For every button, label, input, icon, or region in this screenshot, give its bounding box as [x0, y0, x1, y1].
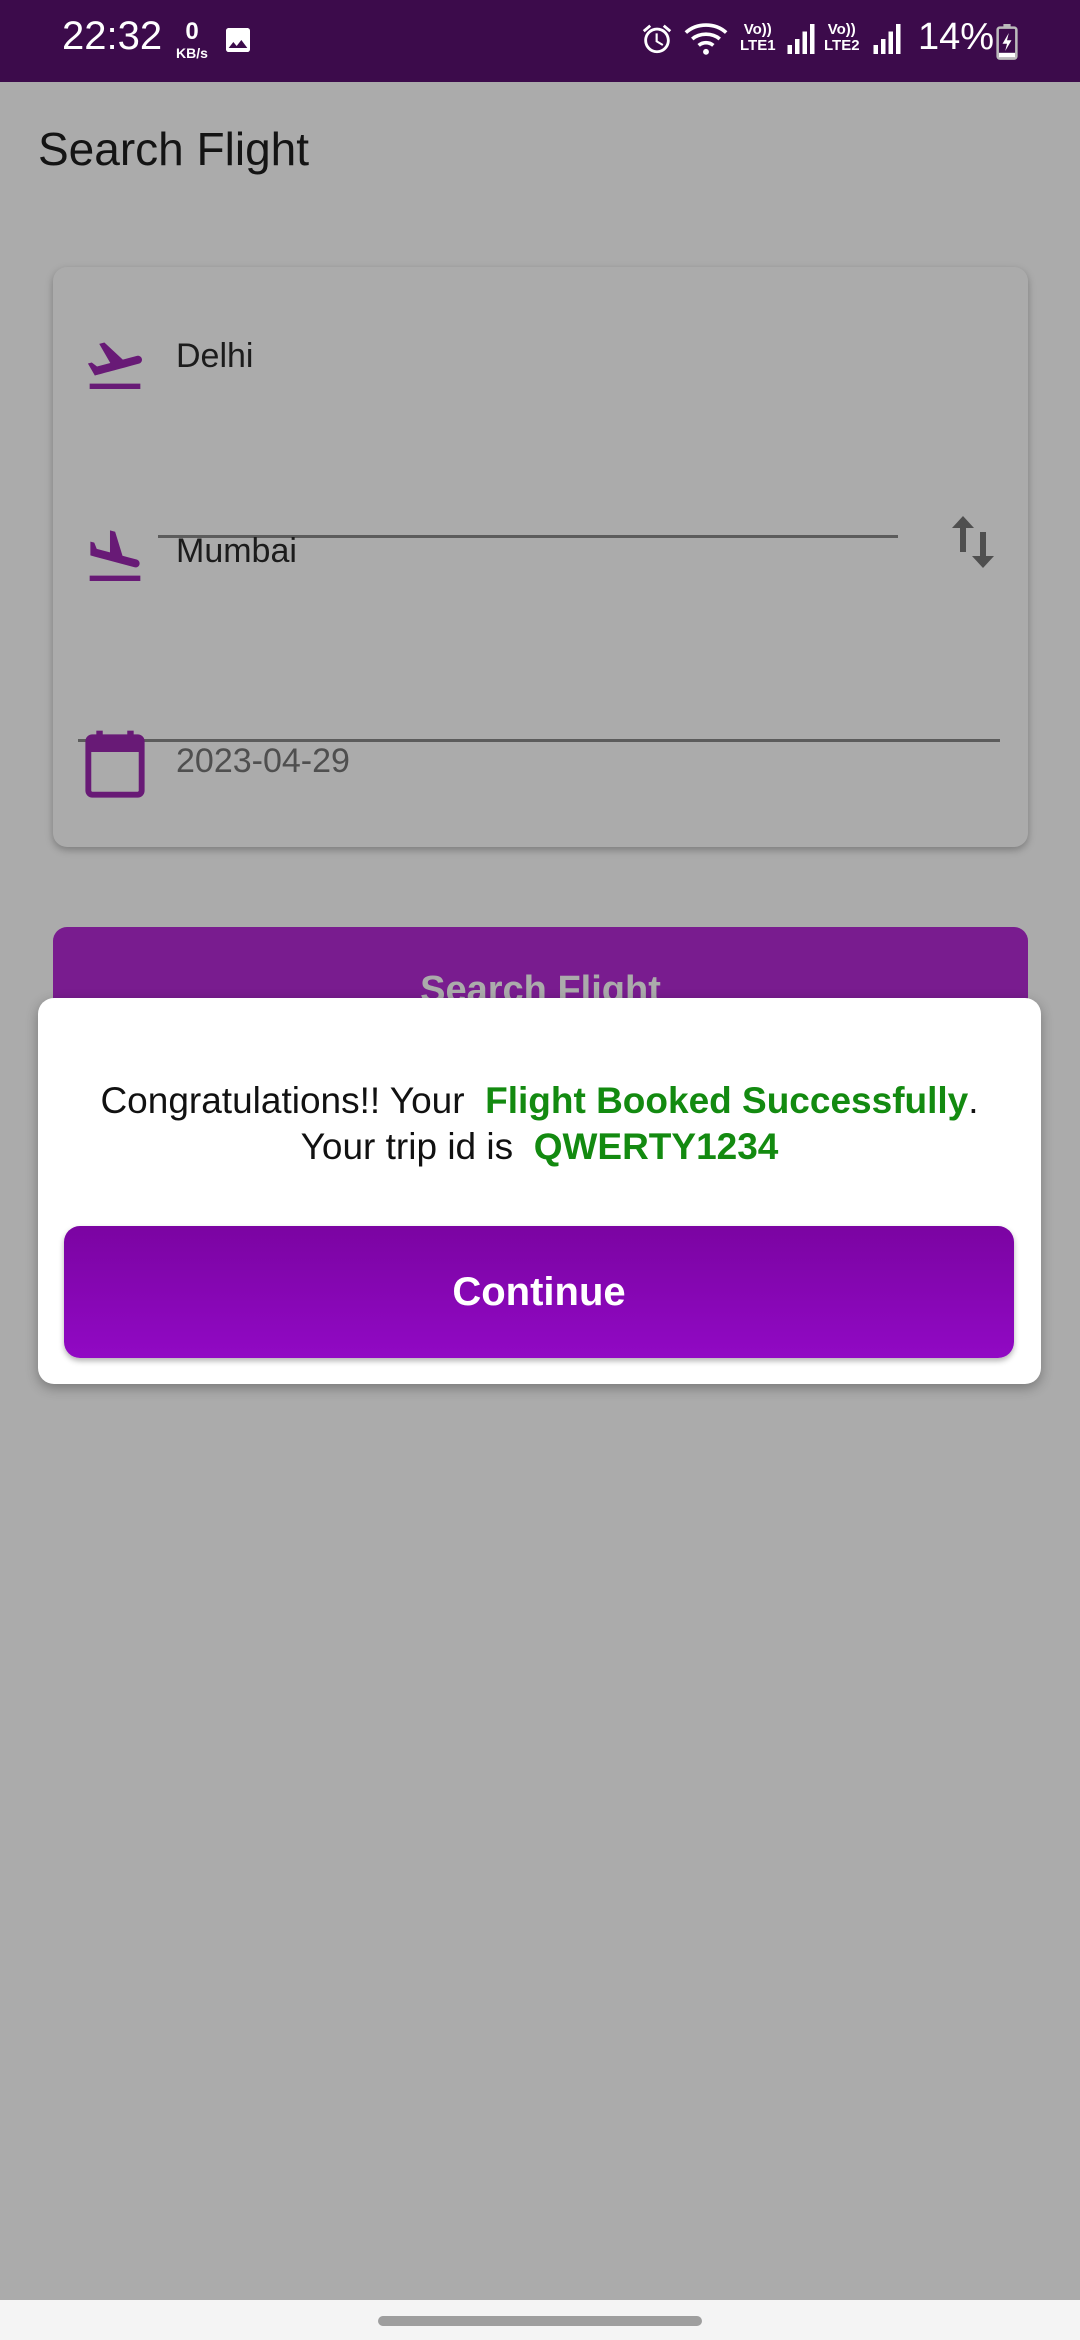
- status-bar: 22:32 0 KB/s Vo)) LTE1 Vo)) LTE2 14%: [0, 0, 1080, 82]
- dialog-message: Congratulations!! Your Flight Booked Suc…: [38, 1078, 1041, 1170]
- status-time: 22:32: [62, 14, 163, 58]
- network-speed-unit: KB/s: [176, 45, 208, 61]
- signal-icon: [786, 22, 816, 61]
- signal-icon: [872, 22, 902, 61]
- trip-id-prefix: Your trip id is: [300, 1126, 524, 1167]
- alarm-icon: [640, 22, 674, 61]
- sim1-volte-label: Vo)) LTE1: [740, 21, 776, 54]
- dialog-message-period: .: [968, 1080, 979, 1121]
- trip-id-value: QWERTY1234: [533, 1126, 779, 1167]
- dialog-message-prefix: Congratulations!! Your: [100, 1080, 475, 1121]
- dialog-message-line-1: Congratulations!! Your Flight Booked Suc…: [38, 1078, 1041, 1124]
- network-speed-value: 0: [185, 18, 199, 45]
- booking-status-text: Flight Booked Successfully: [485, 1080, 969, 1121]
- booking-confirmation-dialog: Congratulations!! Your Flight Booked Suc…: [38, 998, 1041, 1384]
- continue-button[interactable]: Continue: [64, 1226, 1014, 1358]
- sim2-volte-label: Vo)) LTE2: [824, 21, 860, 54]
- network-speed: 0 KB/s: [172, 18, 212, 61]
- dialog-message-line-2: Your trip id is QWERTY1234: [38, 1124, 1041, 1170]
- gallery-icon: [222, 24, 254, 61]
- battery-charging-icon: [996, 24, 1018, 65]
- wifi-icon: [684, 20, 728, 63]
- battery-percent: 14%: [918, 16, 995, 58]
- home-gesture-handle[interactable]: [378, 2316, 702, 2326]
- navigation-bar: [0, 2300, 1080, 2340]
